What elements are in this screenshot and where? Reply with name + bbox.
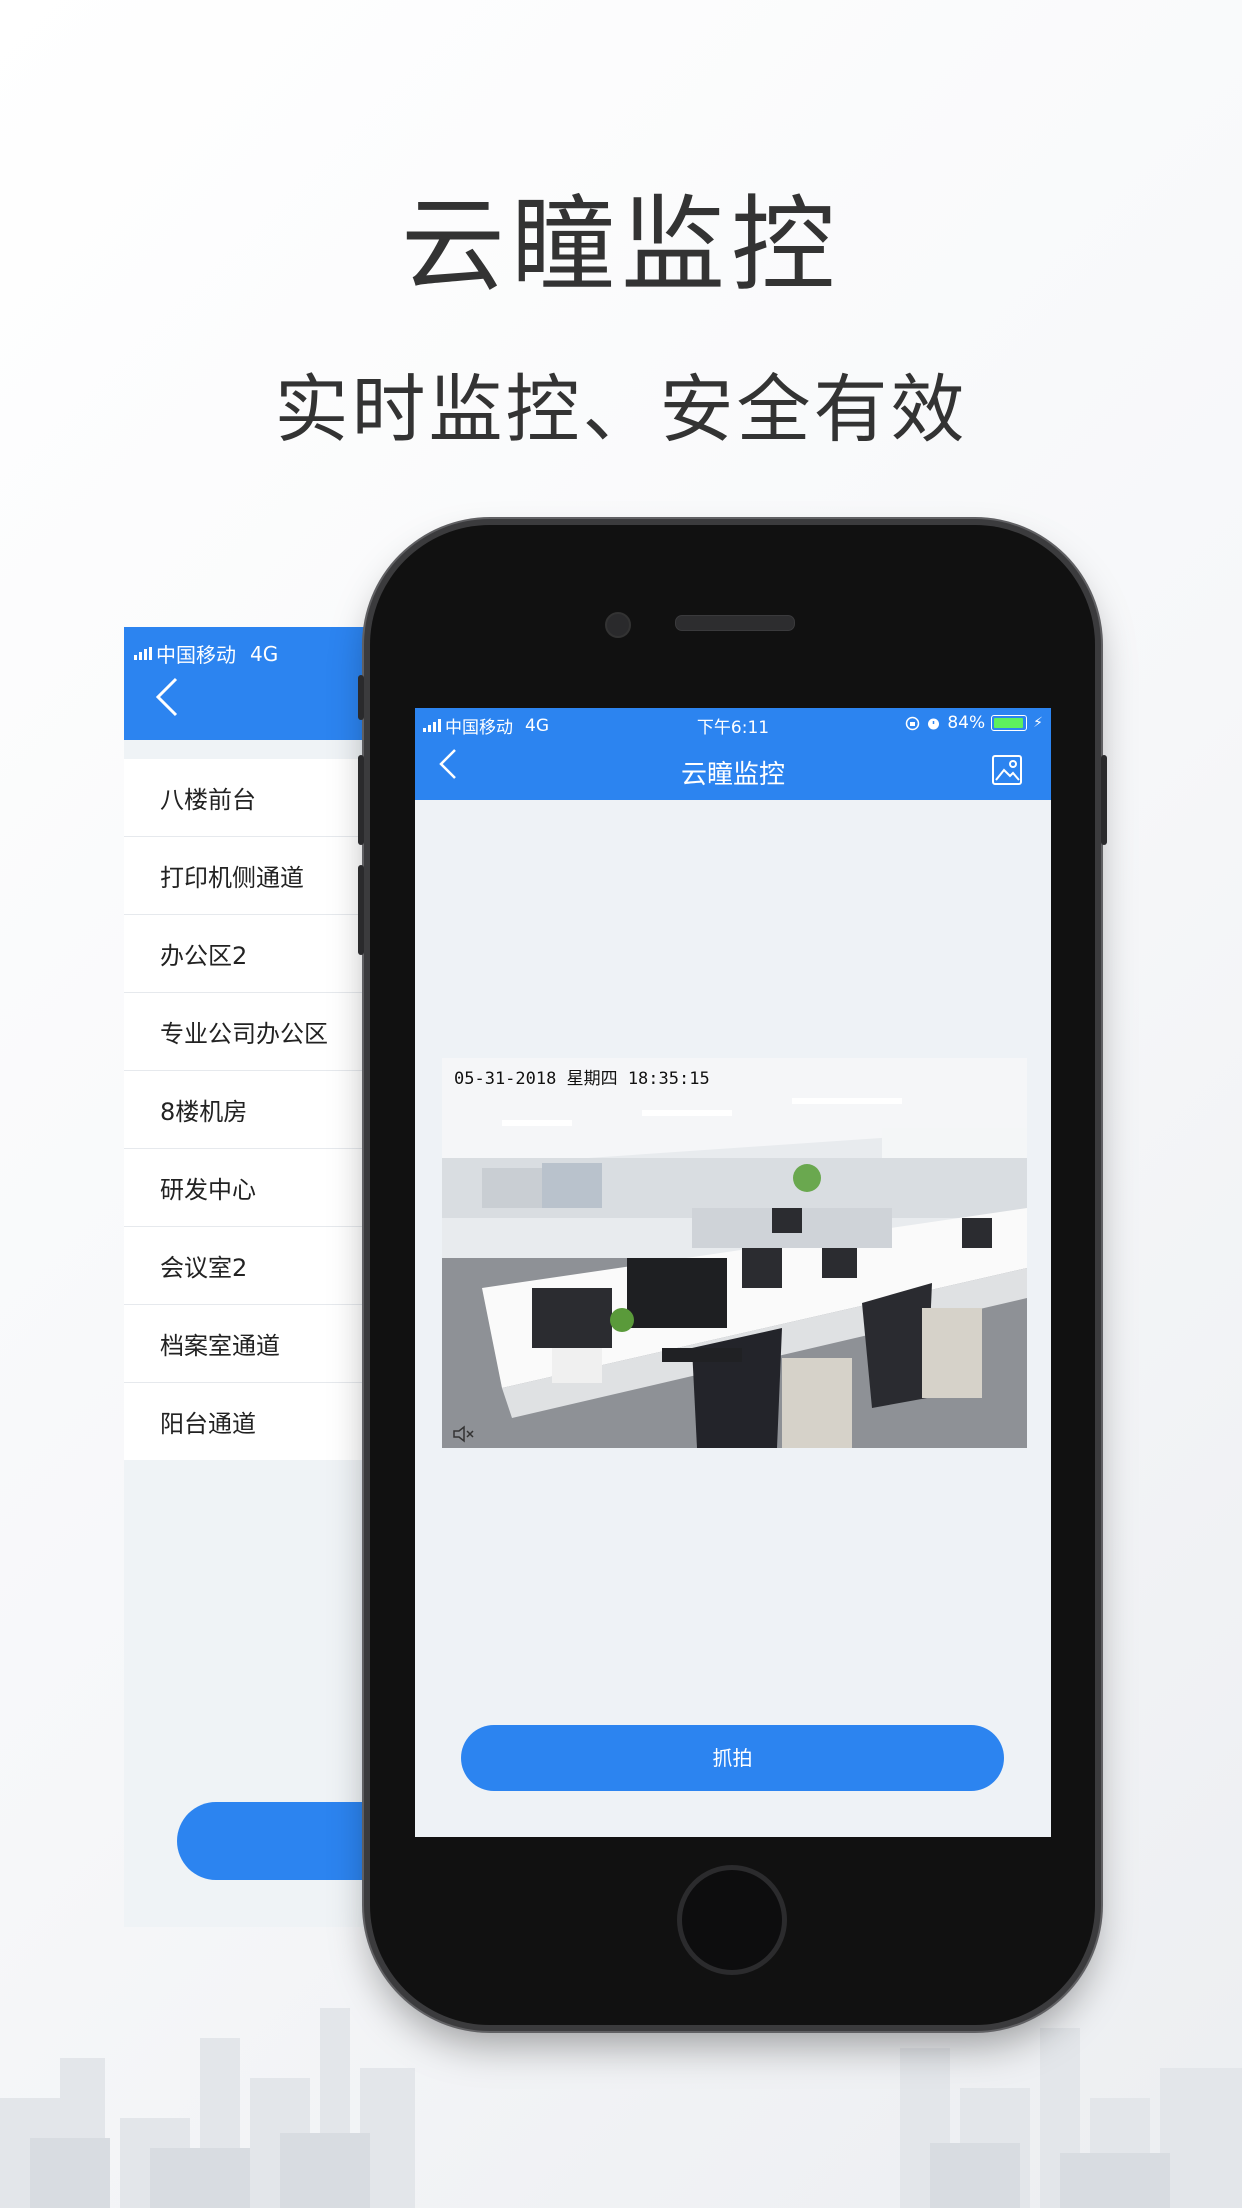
home-button[interactable] <box>677 1865 787 1975</box>
list-item[interactable]: 研发中心 <box>124 1149 384 1227</box>
list-item[interactable]: 阳台通道 <box>124 1383 384 1460</box>
nav-bar: 云瞳监控 <box>415 738 1051 800</box>
signal-icon <box>134 647 152 660</box>
volume-up-button <box>358 755 364 845</box>
back-status-signal: 中国移动 4G <box>134 639 278 668</box>
phone-frame: 中国移动 4G 下午6:11 84% ⚡ 云瞳监控 05-31-2018 星期四… <box>358 525 1107 2025</box>
front-camera <box>605 612 631 638</box>
battery-icon <box>991 715 1028 731</box>
list-item[interactable]: 办公区2 <box>124 915 384 993</box>
gallery-icon[interactable] <box>991 754 1023 786</box>
list-item[interactable]: 八楼前台 <box>124 759 384 837</box>
promo-title: 云瞳监控 <box>400 184 841 306</box>
earpiece-speaker <box>675 615 795 631</box>
battery-percent: 84% <box>947 713 986 733</box>
camera-list: 八楼前台 打印机侧通道 办公区2 专业公司办公区 8楼机房 研发中心 会议室2 … <box>124 759 384 1460</box>
list-item[interactable]: 专业公司办公区 <box>124 993 384 1071</box>
volume-down-button <box>358 865 364 955</box>
mute-switch <box>358 675 364 720</box>
phone-screen: 中国移动 4G 下午6:11 84% ⚡ 云瞳监控 05-31-2018 星期四… <box>415 708 1051 1837</box>
alarm-icon <box>928 718 940 729</box>
orientation-lock-icon <box>906 716 920 730</box>
camera-list-screen: 中国移动 4G 八楼前台 打印机侧通道 办公区2 专业公司办公区 8楼机房 研发… <box>124 627 384 1927</box>
video-timestamp: 05-31-2018 星期四 18:35:15 <box>454 1069 710 1089</box>
list-item[interactable]: 档案室通道 <box>124 1305 384 1383</box>
promo-subtitle: 实时监控、安全有效 <box>274 367 968 453</box>
mute-icon[interactable] <box>452 1424 476 1444</box>
status-right: 84% ⚡ <box>905 713 1043 733</box>
list-item[interactable]: 打印机侧通道 <box>124 837 384 915</box>
charging-icon: ⚡ <box>1033 715 1043 731</box>
capture-button[interactable]: 抓拍 <box>461 1725 1004 1791</box>
live-video-feed[interactable]: 05-31-2018 星期四 18:35:15 <box>442 1058 1027 1448</box>
status-bar: 中国移动 4G 下午6:11 84% ⚡ <box>415 708 1051 738</box>
back-screen-button[interactable] <box>177 1802 384 1880</box>
list-item[interactable]: 会议室2 <box>124 1227 384 1305</box>
nav-title: 云瞳监控 <box>680 760 785 790</box>
back-network: 4G <box>250 641 279 666</box>
back-header: 中国移动 4G <box>124 627 384 740</box>
chevron-left-icon[interactable] <box>154 675 180 730</box>
power-button <box>1101 755 1107 845</box>
office-camera-image <box>442 1058 1027 1448</box>
back-carrier: 中国移动 <box>156 643 236 667</box>
list-item[interactable]: 8楼机房 <box>124 1071 384 1149</box>
